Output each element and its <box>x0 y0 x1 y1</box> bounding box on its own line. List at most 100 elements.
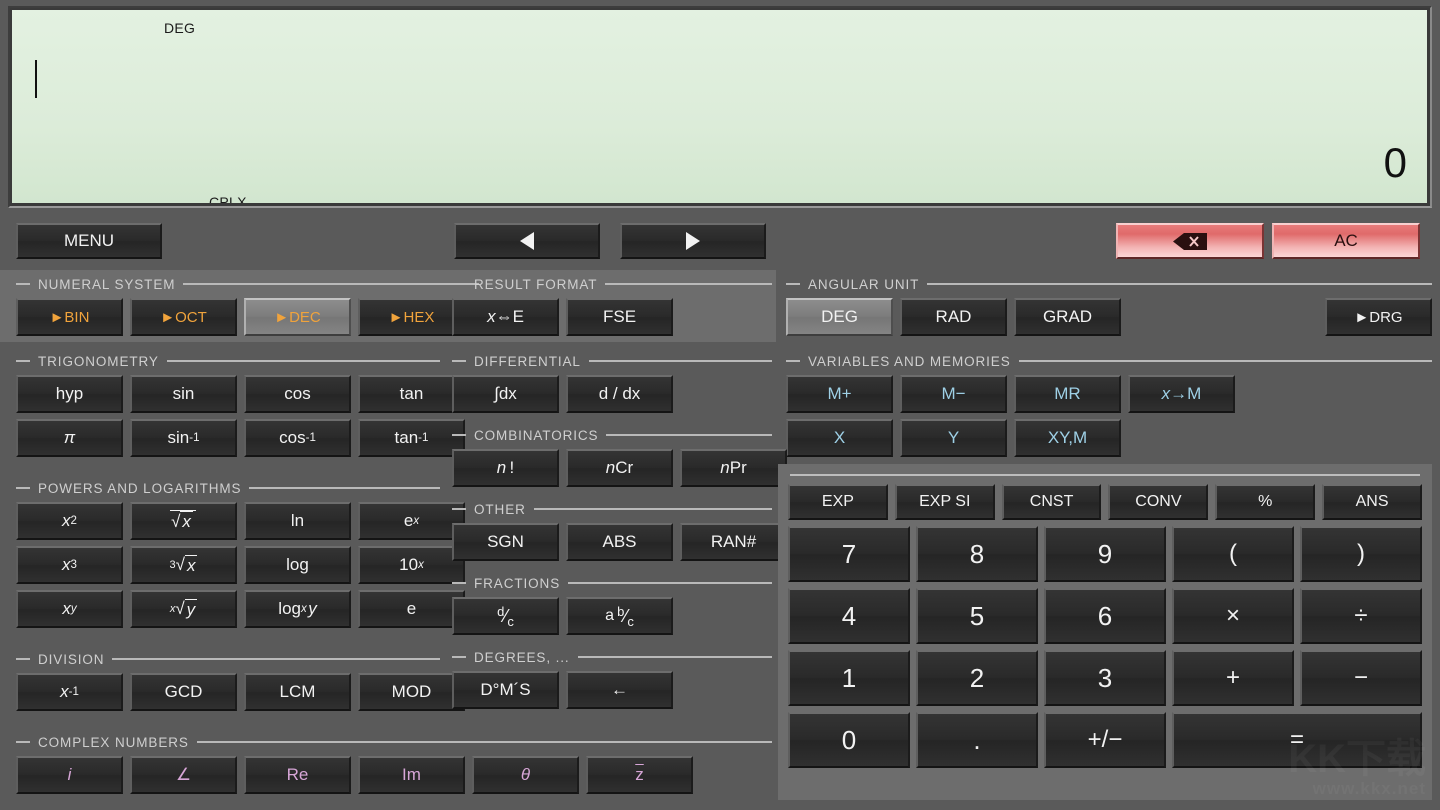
cos-button[interactable]: cos <box>244 375 351 413</box>
answer-button[interactable]: ANS <box>1322 484 1422 520</box>
rad-button[interactable]: RAD <box>900 298 1007 336</box>
derivative-button[interactable]: d / dx <box>566 375 673 413</box>
tan-button[interactable]: tan <box>358 375 465 413</box>
digit-3-button[interactable]: 3 <box>1044 650 1166 706</box>
divide-button[interactable]: ÷ <box>1300 588 1422 644</box>
ncr-button[interactable]: nCr <box>566 449 673 487</box>
memory-add-button[interactable]: M+ <box>786 375 893 413</box>
variable-x-button[interactable]: X <box>786 419 893 457</box>
constants-button[interactable]: CNST <box>1002 484 1102 520</box>
equals-button[interactable]: = <box>1172 712 1422 768</box>
digit-7-button[interactable]: 7 <box>788 526 910 582</box>
hex-button[interactable]: ►HEX <box>358 298 465 336</box>
abs-button[interactable]: ABS <box>566 523 673 561</box>
acos-button[interactable]: cos-1 <box>244 419 351 457</box>
conjugate-button[interactable]: z <box>586 756 693 794</box>
menu-button[interactable]: MENU <box>16 223 162 259</box>
ln-button[interactable]: ln <box>244 502 351 540</box>
section-rule <box>167 360 440 362</box>
digit-5-button[interactable]: 5 <box>916 588 1038 644</box>
atan-button[interactable]: tan-1 <box>358 419 465 457</box>
gcd-button[interactable]: GCD <box>130 673 237 711</box>
reciprocal-button[interactable]: x-1 <box>16 673 123 711</box>
npr-button[interactable]: nPr <box>680 449 787 487</box>
memory-row-2: X Y XY,M <box>786 419 1432 457</box>
imaginary-part-button[interactable]: Im <box>358 756 465 794</box>
imaginary-unit-button[interactable]: i <box>16 756 123 794</box>
calculator-display[interactable]: DEG CPLX 0 <box>12 10 1427 203</box>
mod-button[interactable]: MOD <box>358 673 465 711</box>
random-button[interactable]: RAN# <box>680 523 787 561</box>
sgn-button[interactable]: SGN <box>452 523 559 561</box>
grad-button[interactable]: GRAD <box>1014 298 1121 336</box>
bin-button[interactable]: ►BIN <box>16 298 123 336</box>
exp-button[interactable]: EXP <box>788 484 888 520</box>
digit-9-button[interactable]: 9 <box>1044 526 1166 582</box>
deg-button[interactable]: DEG <box>786 298 893 336</box>
angle-button[interactable]: ∠ <box>130 756 237 794</box>
lcm-button[interactable]: LCM <box>244 673 351 711</box>
x-to-e-button[interactable]: x⇔E <box>452 298 559 336</box>
digit-2-button[interactable]: 2 <box>916 650 1038 706</box>
digit-6-button[interactable]: 6 <box>1044 588 1166 644</box>
memory-recall-button[interactable]: MR <box>1014 375 1121 413</box>
digit-0-button[interactable]: 0 <box>788 712 910 768</box>
dms-button[interactable]: D°M´S <box>452 671 559 709</box>
nth-root-button[interactable]: x√y <box>130 590 237 628</box>
section-rule <box>197 741 772 743</box>
variable-xym-button[interactable]: XY,M <box>1014 419 1121 457</box>
angle-mode-indicator: DEG <box>164 20 195 36</box>
hyp-button[interactable]: hyp <box>16 375 123 413</box>
improper-fraction-button[interactable]: d⁄c <box>452 597 559 635</box>
minus-button[interactable]: − <box>1300 650 1422 706</box>
plus-button[interactable]: + <box>1172 650 1294 706</box>
dec-button[interactable]: ►DEC <box>244 298 351 336</box>
percent-button[interactable]: % <box>1215 484 1315 520</box>
section-rule <box>568 582 772 584</box>
open-paren-button[interactable]: ( <box>1172 526 1294 582</box>
store-to-memory-button[interactable]: x→M <box>1128 375 1235 413</box>
asin-button[interactable]: sin-1 <box>130 419 237 457</box>
euler-e-button[interactable]: e <box>358 590 465 628</box>
all-clear-button[interactable]: AC <box>1272 223 1420 259</box>
real-part-button[interactable]: Re <box>244 756 351 794</box>
integral-button[interactable]: ∫dx <box>452 375 559 413</box>
square-button[interactable]: x2 <box>16 502 123 540</box>
input-caret <box>35 60 37 98</box>
multiply-button[interactable]: × <box>1172 588 1294 644</box>
exp-si-button[interactable]: EXP SI <box>895 484 995 520</box>
theta-button[interactable]: θ <box>472 756 579 794</box>
log-base-x-button[interactable]: logx y <box>244 590 351 628</box>
backspace-button[interactable] <box>1116 223 1264 259</box>
exp-e-button[interactable]: ex <box>358 502 465 540</box>
x-power-y-button[interactable]: xy <box>16 590 123 628</box>
sin-button[interactable]: sin <box>130 375 237 413</box>
close-paren-button[interactable]: ) <box>1300 526 1422 582</box>
keypad-function-row: EXP EXP SI CNST CONV % ANS <box>788 484 1422 520</box>
digit-8-button[interactable]: 8 <box>916 526 1038 582</box>
sqrt-button[interactable]: √x <box>130 502 237 540</box>
variable-y-button[interactable]: Y <box>900 419 1007 457</box>
cursor-left-button[interactable] <box>454 223 600 259</box>
sign-toggle-button[interactable]: +/− <box>1044 712 1166 768</box>
ten-power-button[interactable]: 10x <box>358 546 465 584</box>
drg-cycle-button[interactable]: ►DRG <box>1325 298 1432 336</box>
factorial-button[interactable]: n ! <box>452 449 559 487</box>
oct-button[interactable]: ►OCT <box>130 298 237 336</box>
dms-back-button[interactable]: ← <box>566 671 673 709</box>
section-dash <box>16 283 30 285</box>
result-format-row: x⇔E FSE <box>452 298 772 336</box>
cursor-right-button[interactable] <box>620 223 766 259</box>
convert-button[interactable]: CONV <box>1108 484 1208 520</box>
cube-root-button[interactable]: 3√x <box>130 546 237 584</box>
fse-button[interactable]: FSE <box>566 298 673 336</box>
combinatorics-section: COMBINATORICS n ! nCr nPr <box>452 427 772 487</box>
pi-button[interactable]: π <box>16 419 123 457</box>
digit-4-button[interactable]: 4 <box>788 588 910 644</box>
decimal-point-button[interactable]: . <box>916 712 1038 768</box>
cube-button[interactable]: x3 <box>16 546 123 584</box>
mixed-fraction-button[interactable]: a b⁄c <box>566 597 673 635</box>
memory-subtract-button[interactable]: M− <box>900 375 1007 413</box>
digit-1-button[interactable]: 1 <box>788 650 910 706</box>
log-button[interactable]: log <box>244 546 351 584</box>
